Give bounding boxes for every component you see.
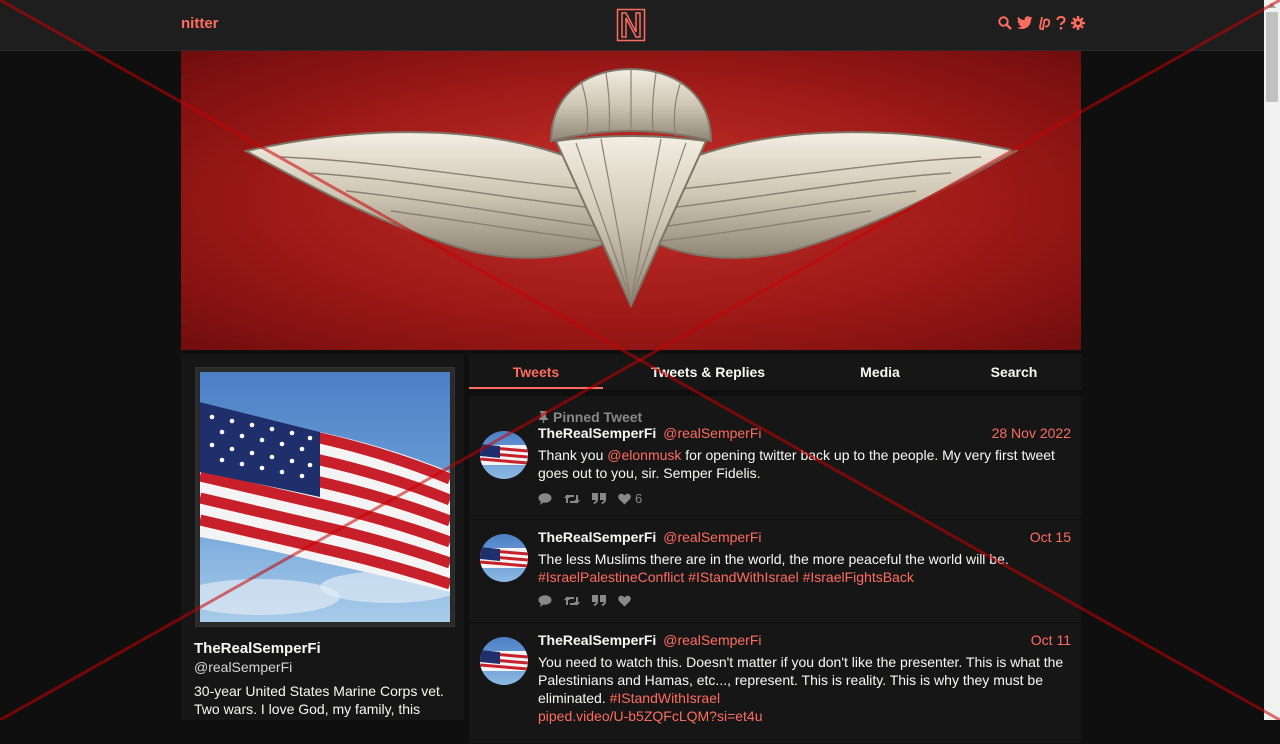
tweet-author-handle[interactable]: @realSemperFi — [663, 425, 761, 441]
scroll-up-arrow-icon[interactable] — [1268, 3, 1276, 8]
page-scrollbar[interactable] — [1264, 0, 1280, 720]
tweet-text: The less Muslims there are in the world,… — [538, 550, 1071, 586]
hashtag-links[interactable]: #IsraelPalestineConflict #IStandWithIsra… — [538, 569, 914, 585]
reply-icon[interactable] — [538, 595, 552, 607]
profile-card: TheRealSemperFi @realSemperFi 30-year Un… — [181, 354, 464, 720]
profile-avatar[interactable] — [195, 367, 455, 627]
heart-icon — [618, 493, 631, 504]
tweet-text-part: Thank you — [538, 447, 608, 463]
nitter-home-link[interactable]: nitter — [181, 15, 219, 32]
like-button[interactable]: 6 — [618, 491, 642, 506]
profile-handle[interactable]: @realSemperFi — [194, 659, 292, 675]
tweet-item[interactable]: TheRealSemperFi @realSemperFi Oct 15 The… — [469, 520, 1081, 623]
like-count: 6 — [635, 491, 643, 506]
search-icon[interactable] — [998, 16, 1012, 30]
tweet-avatar[interactable] — [480, 431, 528, 479]
tweet-author-handle[interactable]: @realSemperFi — [663, 632, 761, 648]
american-flag-image — [200, 372, 450, 622]
tweet-date[interactable]: Oct 15 — [1030, 529, 1071, 545]
tab-tweets-and-replies[interactable]: Tweets & Replies — [603, 354, 813, 390]
quote-icon[interactable] — [592, 595, 606, 607]
timeline-tabs: Tweets Tweets & Replies Media Search — [469, 354, 1081, 390]
tweet-avatar[interactable] — [480, 534, 528, 582]
top-navbar: nitter — [0, 0, 1264, 51]
pinned-label-text: Pinned Tweet — [553, 409, 643, 425]
tweet-stats: 6 — [538, 491, 1071, 506]
profile-bio: 30-year United States Marine Corps vet. … — [194, 683, 444, 717]
retweet-icon[interactable] — [564, 595, 580, 607]
help-icon[interactable] — [1056, 16, 1066, 30]
tweet-author-name[interactable]: TheRealSemperFi — [538, 632, 656, 648]
tweet-item[interactable]: TheRealSemperFi @realSemperFi Oct 11 You… — [469, 623, 1081, 744]
hashtag-link[interactable]: #IStandWithIsrael — [610, 690, 721, 706]
settings-icon[interactable] — [1071, 16, 1085, 30]
tweet-author-name[interactable]: TheRealSemperFi — [538, 529, 656, 545]
parachutist-wings-insignia-image — [181, 51, 1081, 350]
tweet-text: Thank you @elonmusk for opening twitter … — [538, 446, 1071, 482]
tweet-date[interactable]: 28 Nov 2022 — [992, 425, 1071, 441]
tweet-text-part: The less Muslims there are in the world,… — [538, 551, 1009, 567]
tab-media[interactable]: Media — [813, 354, 947, 390]
twitter-bird-icon[interactable] — [1017, 16, 1033, 30]
tweet-author-handle[interactable]: @realSemperFi — [663, 529, 761, 545]
tweet-date[interactable]: Oct 11 — [1031, 632, 1071, 648]
tweet-author-name[interactable]: TheRealSemperFi — [538, 425, 656, 441]
quote-icon[interactable] — [592, 492, 606, 505]
profile-banner[interactable] — [181, 51, 1081, 350]
nitter-logo-icon[interactable] — [616, 8, 646, 42]
tweet-text: You need to watch this. Doesn't matter i… — [538, 653, 1071, 725]
video-link[interactable]: piped.video/U-b5ZQFcLQM?si=et4u — [538, 708, 763, 724]
tweet-avatar[interactable] — [480, 637, 528, 685]
profile-name[interactable]: TheRealSemperFi — [194, 640, 321, 657]
pinned-tweet-label: Pinned Tweet — [538, 409, 1071, 425]
reply-icon[interactable] — [538, 492, 552, 505]
scrollbar-thumb[interactable] — [1266, 12, 1278, 102]
tweet-item[interactable]: Pinned Tweet TheRealSemperFi @realSemper… — [469, 396, 1081, 520]
retweet-icon[interactable] — [564, 493, 580, 505]
tab-tweets[interactable]: Tweets — [469, 354, 603, 390]
heart-icon — [618, 595, 631, 607]
tweet-stats — [538, 595, 1071, 607]
liberapay-icon[interactable] — [1038, 16, 1051, 30]
mention-link[interactable]: @elonmusk — [607, 447, 681, 463]
timeline: Pinned Tweet TheRealSemperFi @realSemper… — [469, 396, 1081, 744]
like-button[interactable] — [618, 595, 631, 607]
pin-icon — [539, 411, 548, 423]
tab-search[interactable]: Search — [947, 354, 1081, 390]
